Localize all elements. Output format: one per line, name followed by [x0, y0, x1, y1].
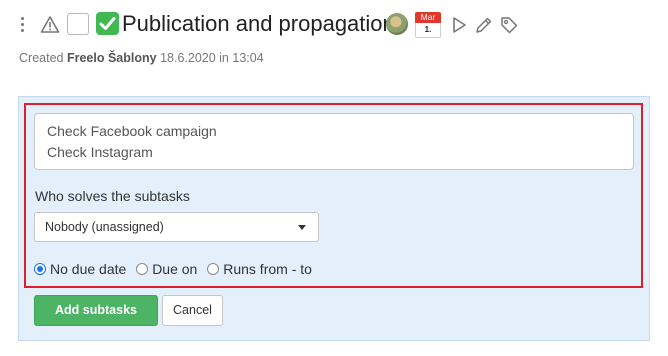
warning-icon[interactable] — [40, 15, 60, 35]
radio-button[interactable] — [207, 263, 220, 275]
avatar[interactable] — [386, 13, 408, 35]
add-subtasks-button[interactable]: Add subtasks — [34, 295, 158, 326]
task-header: Publication and propagation Mar 1. — [0, 0, 668, 50]
tag-icon[interactable] — [499, 15, 519, 35]
subtask-line: Check Instagram — [47, 144, 153, 160]
meta-author[interactable]: Freelo Šablony — [67, 51, 157, 65]
due-date-options: No due date Due on Runs from - to — [34, 261, 318, 279]
meta-date: 18.6.2020 — [160, 51, 216, 65]
radio-button[interactable] — [34, 263, 46, 275]
radio-runs-from-to[interactable]: Runs from - to — [207, 261, 312, 277]
subtasks-textarea[interactable]: Check Facebook campaign Check Instagram — [34, 113, 634, 170]
assignee-value: Nobody (unassigned) — [45, 220, 164, 234]
task-title[interactable]: Publication and propagation — [122, 11, 395, 37]
play-icon[interactable] — [449, 15, 469, 35]
calendar-icon[interactable]: Mar 1. — [415, 12, 441, 39]
meta-prefix: Created — [19, 51, 64, 65]
assignee-select[interactable]: Nobody (unassigned) — [34, 212, 319, 242]
meta-in: in — [219, 51, 229, 65]
kebab-menu-icon[interactable] — [19, 17, 25, 35]
radio-label: Due on — [152, 261, 198, 277]
chevron-down-icon — [298, 225, 306, 230]
pencil-icon[interactable] — [474, 15, 494, 35]
calendar-day: 1. — [415, 23, 441, 38]
meta-time: 13:04 — [232, 51, 264, 65]
radio-label: No due date — [50, 261, 127, 277]
radio-label: Runs from - to — [223, 261, 312, 277]
radio-due-on[interactable]: Due on — [136, 261, 197, 277]
subtask-line: Check Facebook campaign — [47, 123, 217, 139]
task-created-meta: Created Freelo Šablony 18.6.2020 in 13:0… — [19, 51, 264, 65]
radio-button[interactable] — [136, 263, 149, 275]
calendar-month: Mar — [415, 12, 441, 23]
assignee-label: Who solves the subtasks — [35, 188, 190, 204]
radio-no-due-date[interactable]: No due date — [34, 261, 126, 277]
cancel-button[interactable]: Cancel — [162, 295, 223, 326]
task-complete-checkbox[interactable] — [67, 13, 89, 35]
check-mark-button-icon — [96, 12, 119, 35]
